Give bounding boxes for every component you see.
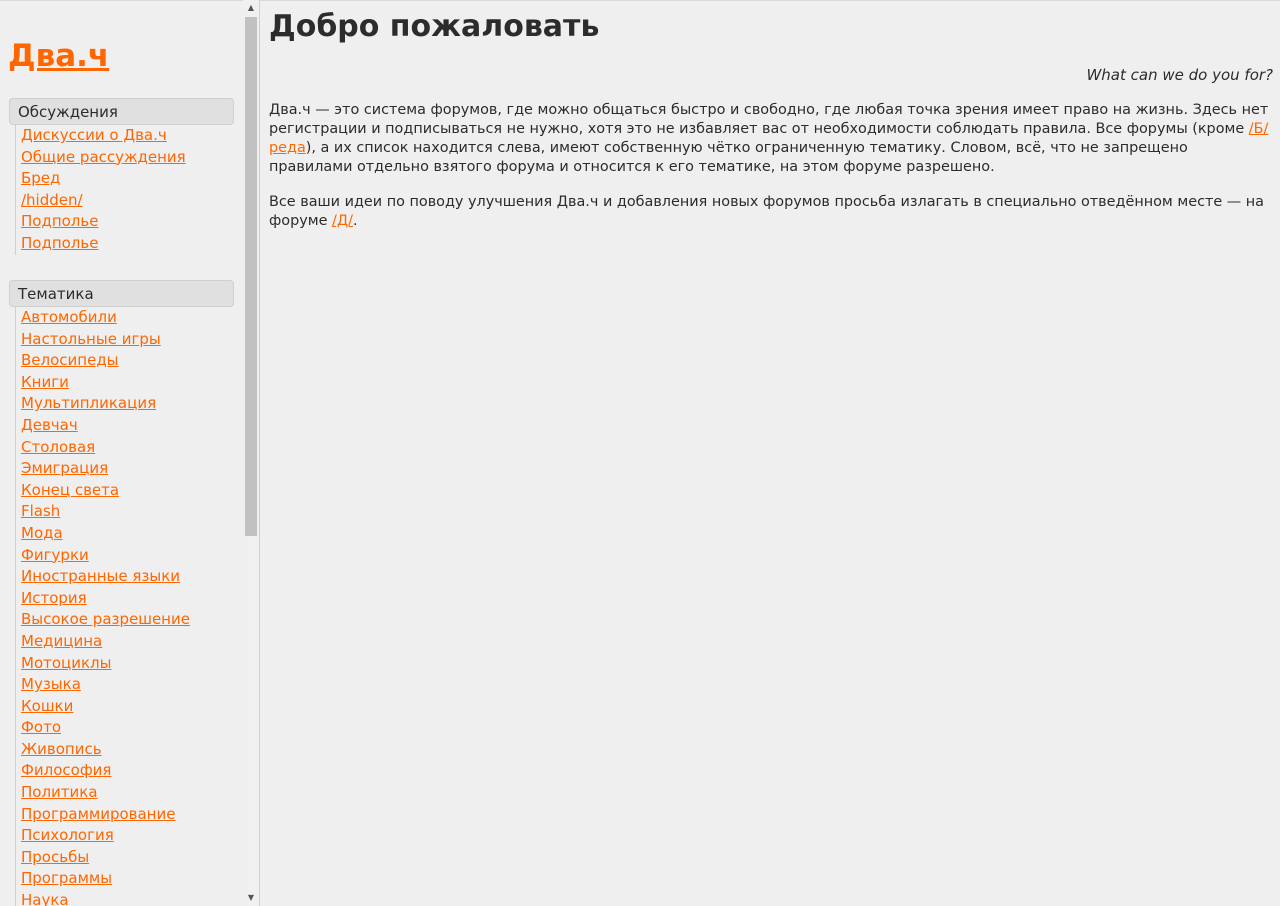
sidebar-item: Подполье xyxy=(21,211,234,233)
sidebar-link[interactable]: Высокое разрешение xyxy=(21,610,190,628)
sidebar-item: Фото xyxy=(21,717,234,739)
sidebar-link[interactable]: Эмиграция xyxy=(21,459,108,477)
sidebar-item: Мультипликация xyxy=(21,393,234,415)
ideas-paragraph: Все ваши идеи по поводу улучшения Два.ч … xyxy=(269,193,1269,231)
section-discussions: Обсуждения Дискуссии о Два.ч Общие рассуж… xyxy=(9,98,234,255)
sidebar-item: Flash xyxy=(21,501,234,523)
sidebar-item: Мотоциклы xyxy=(21,653,234,675)
sidebar-link[interactable]: Настольные игры xyxy=(21,330,161,348)
sidebar-link[interactable]: Психология xyxy=(21,826,114,844)
arrow-up-icon[interactable]: ▲ xyxy=(243,0,259,16)
sidebar-link[interactable]: Мотоциклы xyxy=(21,654,111,672)
intro-paragraph: Два.ч — это система форумов, где можно о… xyxy=(269,101,1269,177)
section-topics: Тематика Автомобили Настольные игры Велоси… xyxy=(9,280,234,906)
site-logo-link[interactable]: Два.ч xyxy=(8,36,109,76)
sidebar-link[interactable]: Бред xyxy=(21,169,60,187)
sidebar-link[interactable]: Мультипликация xyxy=(21,394,156,412)
sidebar-link[interactable]: Фото xyxy=(21,718,61,736)
section-list: Дискуссии о Два.ч Общие рассуждения Бред/h… xyxy=(15,125,234,255)
sidebar-link[interactable]: Живопись xyxy=(21,740,102,758)
sidebar-link[interactable]: Конец света xyxy=(21,481,119,499)
paragraph-text: Все ваши идеи по поводу улучшения Два.ч … xyxy=(269,194,1264,229)
sidebar-link[interactable]: /hidden/ xyxy=(21,191,83,209)
sidebar: Два.ч Обсуждения Дискуссии о Два.ч Общие … xyxy=(0,0,260,906)
page-title: Добро пожаловать xyxy=(269,9,600,44)
sidebar-link[interactable]: Мода xyxy=(21,524,63,542)
sidebar-item: Автомобили xyxy=(21,307,234,329)
paragraph-text: . xyxy=(353,213,358,229)
sidebar-item: Общие рассуждения xyxy=(21,147,234,169)
sidebar-link[interactable]: Общие рассуждения xyxy=(21,148,186,166)
sidebar-link[interactable]: Программы xyxy=(21,869,112,887)
sidebar-link[interactable]: Подполье xyxy=(21,234,98,252)
sidebar-item: Высокое разрешение xyxy=(21,609,234,631)
sidebar-item: Подполье xyxy=(21,233,234,255)
sidebar-link[interactable]: Просьбы xyxy=(21,848,89,866)
sidebar-link[interactable]: Политика xyxy=(21,783,98,801)
sidebar-scrollbar[interactable]: ▲ ▼ xyxy=(243,0,259,906)
sidebar-item: Книги xyxy=(21,372,234,394)
sidebar-link[interactable]: Кошки xyxy=(21,697,73,715)
sidebar-item: Столовая xyxy=(21,437,234,459)
sidebar-link[interactable]: Иностранные языки xyxy=(21,567,180,585)
sidebar-content: Два.ч Обсуждения Дискуссии о Два.ч Общие … xyxy=(0,0,243,906)
sidebar-link[interactable]: Девчач xyxy=(21,416,78,434)
sidebar-item: Психология xyxy=(21,825,234,847)
sidebar-link[interactable]: Музыка xyxy=(21,675,81,693)
sidebar-item: Фигурки xyxy=(21,545,234,567)
paragraph-text: Два.ч — это система форумов, где можно о… xyxy=(269,102,1269,137)
sidebar-link[interactable]: Flash xyxy=(21,502,60,520)
sidebar-item: История xyxy=(21,588,234,610)
sidebar-link[interactable]: Философия xyxy=(21,761,111,779)
sidebar-item: Эмиграция xyxy=(21,458,234,480)
sidebar-item: Медицина xyxy=(21,631,234,653)
sidebar-link[interactable]: Дискуссии о Два.ч xyxy=(21,126,167,144)
sidebar-item: Мода xyxy=(21,523,234,545)
sidebar-item: Наука xyxy=(21,890,234,906)
sidebar-link[interactable]: Программирование xyxy=(21,805,175,823)
sidebar-item: Настольные игры xyxy=(21,329,234,351)
scroll-thumb[interactable] xyxy=(245,17,257,536)
sidebar-item: Бред xyxy=(21,168,234,190)
sidebar-link[interactable]: Фигурки xyxy=(21,546,89,564)
section-header[interactable]: Обсуждения xyxy=(9,98,234,125)
sidebar-link[interactable]: Подполье xyxy=(21,212,98,230)
sidebar-item: Девчач xyxy=(21,415,234,437)
sidebar-item: Политика xyxy=(21,782,234,804)
sidebar-item: Философия xyxy=(21,760,234,782)
sidebar-item: Программирование xyxy=(21,804,234,826)
sidebar-item: Велосипеды xyxy=(21,350,234,372)
sidebar-item: Дискуссии о Два.ч xyxy=(21,125,234,147)
sidebar-item: Просьбы xyxy=(21,847,234,869)
link-d-board[interactable]: /Д/ xyxy=(332,213,353,229)
sidebar-item: Живопись xyxy=(21,739,234,761)
section-header[interactable]: Тематика xyxy=(9,280,234,307)
sidebar-item: Конец света xyxy=(21,480,234,502)
sidebar-item: Кошки xyxy=(21,696,234,718)
sidebar-item: Программы xyxy=(21,868,234,890)
sidebar-item: Музыка xyxy=(21,674,234,696)
paragraph-text: ), а их список находится слева, имеют со… xyxy=(269,140,1188,175)
sidebar-link[interactable]: Медицина xyxy=(21,632,102,650)
sidebar-link[interactable]: Столовая xyxy=(21,438,95,456)
sidebar-item: /hidden/ xyxy=(21,190,234,212)
sidebar-link[interactable]: История xyxy=(21,589,87,607)
sidebar-link[interactable]: Велосипеды xyxy=(21,351,119,369)
arrow-down-icon[interactable]: ▼ xyxy=(243,890,259,906)
section-list: Автомобили Настольные игры Велосипеды Книги… xyxy=(15,307,234,906)
sidebar-link[interactable]: Наука xyxy=(21,891,69,906)
sidebar-link[interactable]: Автомобили xyxy=(21,308,117,326)
sidebar-link[interactable]: Книги xyxy=(21,373,69,391)
sidebar-item: Иностранные языки xyxy=(21,566,234,588)
tagline: What can we do you for? xyxy=(1086,66,1273,84)
